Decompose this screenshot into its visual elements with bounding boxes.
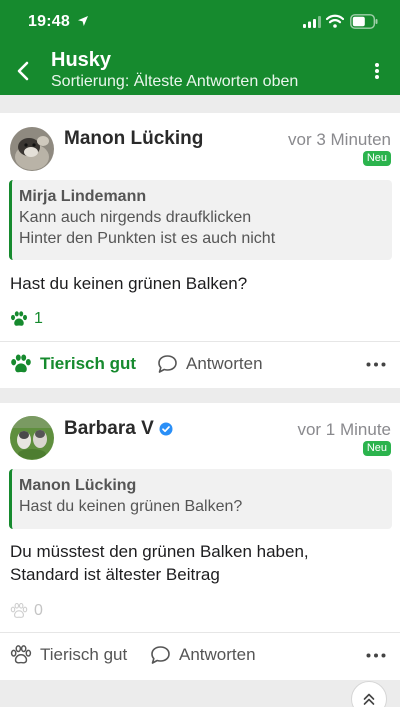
post-time: vor 1 Minute bbox=[297, 420, 391, 439]
status-bar: 19:48 bbox=[0, 0, 400, 44]
post-actions: Tierisch gut Antworten bbox=[0, 342, 400, 386]
post-text-line: Du müsstest den grünen Balken haben, bbox=[10, 542, 309, 561]
post-author-name: Barbara V bbox=[64, 418, 154, 439]
avatar[interactable] bbox=[10, 127, 54, 171]
horizontal-dots-icon bbox=[366, 653, 386, 657]
like-count: 1 bbox=[10, 310, 43, 328]
quote-text-line: Hast du keinen grünen Balken? bbox=[19, 498, 243, 515]
avatar[interactable] bbox=[10, 416, 54, 460]
sort-order-label: Sortierung: Älteste Antworten oben bbox=[51, 73, 299, 90]
like-button[interactable]: Tierisch gut bbox=[10, 342, 136, 386]
paw-icon bbox=[10, 603, 28, 618]
wifi-icon bbox=[326, 14, 344, 28]
quote-text-line: Kann auch nirgends draufklicken bbox=[19, 209, 252, 226]
battery-icon bbox=[350, 14, 378, 29]
like-count-value: 0 bbox=[34, 602, 43, 619]
quote-author: Manon Lücking bbox=[19, 477, 137, 494]
reply-button[interactable]: Antworten bbox=[157, 342, 263, 386]
paw-outline-icon bbox=[10, 645, 32, 664]
vertical-dots-icon bbox=[375, 63, 379, 79]
avatar-dog-photo bbox=[10, 127, 54, 171]
new-badge: Neu bbox=[362, 151, 391, 166]
new-badge: Neu bbox=[362, 441, 391, 456]
post-time: vor 3 Minuten bbox=[288, 130, 391, 149]
horizontal-dots-icon bbox=[366, 362, 386, 366]
reply-button-label: Antworten bbox=[186, 354, 263, 373]
like-button-label: Tierisch gut bbox=[40, 645, 128, 664]
chevron-left-icon bbox=[17, 61, 29, 81]
verified-badge-icon bbox=[159, 422, 173, 436]
status-time: 19:48 bbox=[28, 13, 70, 30]
quoted-reply[interactable]: Manon Lücking Hast du keinen grünen Balk… bbox=[9, 469, 392, 529]
speech-bubble-icon bbox=[151, 646, 170, 664]
post-text: Hast du keinen grünen Balken? bbox=[10, 272, 390, 295]
location-arrow-icon bbox=[78, 16, 88, 26]
like-count-value: 1 bbox=[34, 310, 43, 327]
like-button[interactable]: Tierisch gut bbox=[10, 633, 127, 677]
quote-author: Mirja Lindemann bbox=[19, 188, 147, 205]
like-count: 0 bbox=[10, 602, 43, 620]
paw-icon bbox=[11, 354, 31, 373]
post-text-line: Standard ist ältester Beitrag bbox=[10, 565, 220, 584]
post-text-line: Hast du keinen grünen Balken? bbox=[10, 274, 248, 293]
more-options-button[interactable] bbox=[364, 58, 390, 84]
quoted-reply[interactable]: Mirja Lindemann Kann auch nirgends drauf… bbox=[9, 180, 392, 260]
double-chevron-up-icon bbox=[363, 693, 375, 705]
post-author[interactable]: Barbara V bbox=[64, 418, 173, 440]
back-button[interactable] bbox=[10, 56, 36, 86]
cellular-signal-icon bbox=[303, 16, 321, 28]
app-header: 19:48 Husky Sortierung: Älteste Antworte… bbox=[0, 0, 400, 95]
reply-button-label: Antworten bbox=[179, 645, 256, 664]
post-card: Manon Lücking vor 3 Minuten Neu Mirja Li… bbox=[0, 113, 400, 388]
avatar-dogs-photo bbox=[10, 416, 54, 460]
post-card: Barbara V vor 1 Minute Neu Manon Lücking… bbox=[0, 403, 400, 680]
reply-button[interactable]: Antworten bbox=[150, 633, 256, 677]
speech-bubble-icon bbox=[158, 355, 177, 373]
paw-icon bbox=[11, 311, 27, 326]
post-more-button[interactable] bbox=[364, 352, 388, 376]
post-text: Du müsstest den grünen Balken haben, Sta… bbox=[10, 540, 390, 586]
post-actions: Tierisch gut Antworten bbox=[0, 633, 400, 677]
like-button-label: Tierisch gut bbox=[40, 354, 137, 373]
quote-text-line: Hinter den Punkten ist es auch nicht bbox=[19, 230, 276, 247]
post-author[interactable]: Manon Lücking bbox=[64, 128, 203, 150]
post-more-button[interactable] bbox=[364, 643, 388, 667]
scroll-to-top-button[interactable] bbox=[351, 681, 387, 707]
page-title: Husky bbox=[51, 49, 112, 71]
